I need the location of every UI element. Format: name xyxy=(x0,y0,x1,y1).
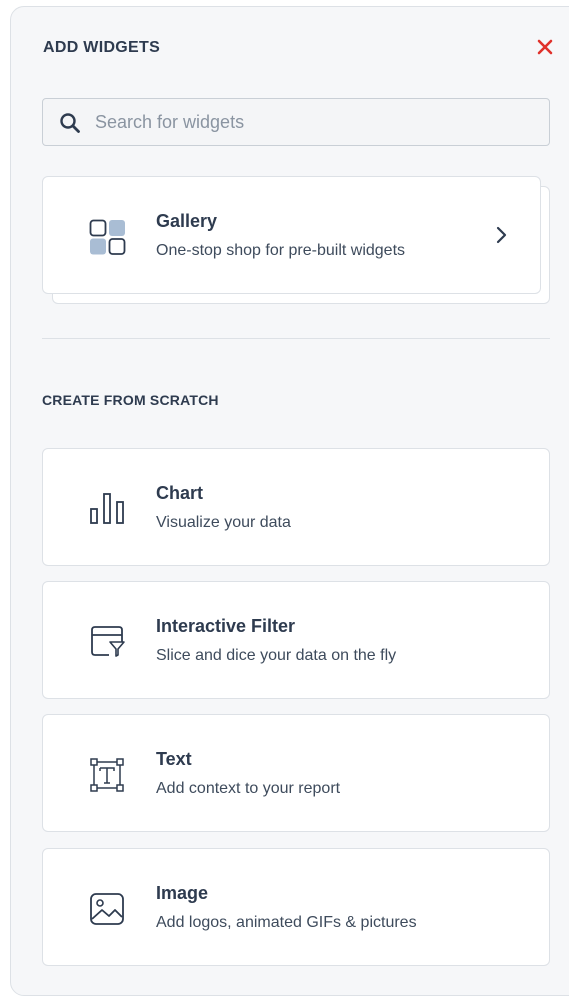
close-button[interactable] xyxy=(535,37,555,57)
search-box[interactable] xyxy=(42,98,550,146)
widget-description: Add logos, animated GIFs & pictures xyxy=(156,914,417,931)
search-icon xyxy=(60,113,80,133)
widget-card-text[interactable]: Text Add context to your report xyxy=(42,714,550,832)
widget-card-image[interactable]: Image Add logos, animated GIFs & picture… xyxy=(42,848,550,966)
widget-description: Slice and dice your data on the fly xyxy=(156,647,397,664)
widget-title: Text xyxy=(156,749,192,769)
text-box-icon xyxy=(90,758,124,792)
section-divider xyxy=(42,338,550,339)
widget-card-chart[interactable]: Chart Visualize your data xyxy=(42,448,550,566)
widget-title: Image xyxy=(156,883,209,903)
filter-window-icon xyxy=(91,626,125,657)
bar-chart-icon xyxy=(90,493,124,524)
gallery-icon xyxy=(89,219,126,255)
close-icon xyxy=(537,39,553,55)
panel-title: ADD WIDGETS xyxy=(43,39,161,56)
widget-title: Interactive Filter xyxy=(156,616,296,636)
gallery-title: Gallery xyxy=(156,211,218,231)
widget-card-interactive-filter[interactable]: Interactive Filter Slice and dice your d… xyxy=(42,581,550,699)
image-icon xyxy=(90,893,124,925)
widget-description: Add context to your report xyxy=(156,780,341,797)
widget-title: Chart xyxy=(156,483,204,503)
chevron-right-icon xyxy=(496,226,507,244)
section-title-create-from-scratch: CREATE FROM SCRATCH xyxy=(42,392,219,408)
search-input[interactable] xyxy=(95,99,535,145)
gallery-description: One-stop shop for pre-built widgets xyxy=(156,242,406,259)
widget-description: Visualize your data xyxy=(156,514,291,531)
gallery-card[interactable]: Gallery One-stop shop for pre-built widg… xyxy=(42,176,541,294)
